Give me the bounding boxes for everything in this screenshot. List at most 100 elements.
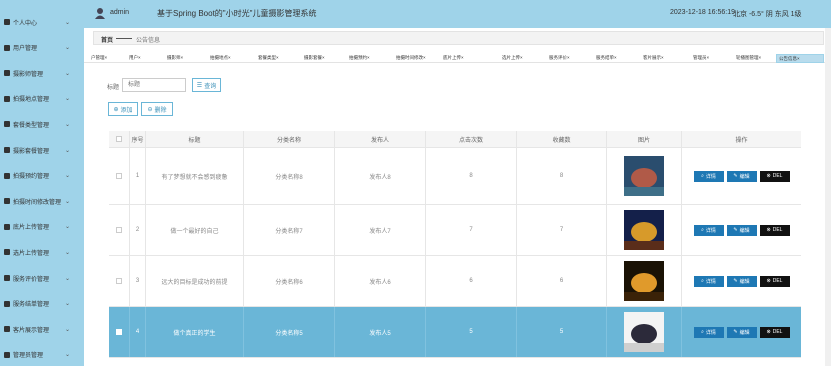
row-select-cell[interactable] bbox=[109, 205, 130, 255]
chevron-down-icon: ⌄ bbox=[65, 301, 71, 308]
tab-item[interactable]: 拍摄地点× bbox=[208, 54, 256, 63]
row-delete-button[interactable]: ⊗ DEL bbox=[759, 170, 790, 182]
chevron-down-icon: ⌄ bbox=[65, 249, 71, 256]
edit-button[interactable]: ✎ 编辑 bbox=[726, 275, 757, 287]
close-icon[interactable]: × bbox=[661, 55, 664, 60]
chevron-down-icon: ⌄ bbox=[65, 173, 71, 180]
thumbnail-image[interactable] bbox=[624, 261, 664, 301]
tab-item[interactable]: 用户× bbox=[127, 54, 165, 63]
tab-item[interactable]: 摄影套餐× bbox=[302, 54, 347, 63]
row-clicks: 5 bbox=[426, 307, 517, 357]
edit-button[interactable]: ✎ 编辑 bbox=[726, 326, 757, 338]
edit-button[interactable]: ✎ 编辑 bbox=[726, 170, 757, 182]
user-avatar-icon[interactable] bbox=[94, 7, 106, 19]
tab-item[interactable]: 客片展示× bbox=[641, 54, 691, 63]
row-actions: ⌕ 详情 ✎ 编辑 ⊗ DEL bbox=[682, 256, 801, 306]
tab-item[interactable]: 管理员× bbox=[691, 54, 734, 63]
close-icon[interactable]: × bbox=[520, 55, 523, 60]
row-select-cell[interactable] bbox=[109, 256, 130, 306]
sidebar-item-label: 服务评价管理 bbox=[13, 276, 50, 283]
row-checkbox[interactable] bbox=[116, 278, 122, 284]
row-clicks: 8 bbox=[426, 148, 517, 204]
detail-button[interactable]: ⌕ 详情 bbox=[693, 224, 724, 236]
close-icon[interactable]: × bbox=[707, 55, 710, 60]
add-button[interactable]: ⊕ 添加 bbox=[108, 102, 138, 116]
thumbnail-image[interactable] bbox=[624, 210, 664, 250]
sidebar-item[interactable]: 管理员管理 ⌄ bbox=[0, 347, 84, 363]
username[interactable]: admin bbox=[110, 9, 129, 16]
header-favorites: 收藏数 bbox=[517, 131, 607, 147]
close-icon[interactable]: × bbox=[367, 55, 370, 60]
row-select-cell[interactable] bbox=[109, 148, 130, 204]
close-icon[interactable]: × bbox=[614, 55, 617, 60]
page-scrollbar[interactable] bbox=[825, 28, 831, 366]
search-icon: ⌕ bbox=[701, 227, 704, 233]
tab-item[interactable]: 服务评价× bbox=[547, 54, 594, 63]
delete-button[interactable]: ⊖ 删除 bbox=[141, 102, 173, 116]
search-input[interactable] bbox=[122, 78, 186, 92]
thumbnail-image[interactable] bbox=[624, 312, 664, 352]
detail-button[interactable]: ⌕ 详情 bbox=[693, 275, 724, 287]
close-icon[interactable]: × bbox=[461, 55, 464, 60]
detail-button[interactable]: ⌕ 详情 bbox=[693, 170, 724, 182]
tab-item[interactable]: 户管理× bbox=[89, 54, 127, 63]
thumbnail-image[interactable] bbox=[624, 156, 664, 196]
row-clicks: 6 bbox=[426, 256, 517, 306]
close-icon[interactable]: × bbox=[423, 55, 426, 60]
close-icon[interactable]: × bbox=[759, 55, 762, 60]
table-row[interactable]: 4 做个真正的学生 分类名称5 发布人5 5 5 ⌕ 详情 ✎ 编辑 ⊗ DEL bbox=[109, 307, 801, 358]
row-delete-button[interactable]: ⊗ DEL bbox=[759, 326, 790, 338]
row-clicks: 7 bbox=[426, 205, 517, 255]
search-button[interactable]: ☰ 查询 bbox=[192, 78, 221, 92]
close-icon[interactable]: × bbox=[322, 55, 325, 60]
sidebar-item[interactable]: 拍摄地点管理 ⌄ bbox=[0, 91, 84, 107]
detail-button[interactable]: ⌕ 详情 bbox=[693, 326, 724, 338]
close-icon[interactable]: × bbox=[797, 56, 800, 61]
chevron-down-icon: ⌄ bbox=[65, 96, 71, 103]
row-favorites: 7 bbox=[517, 205, 607, 255]
tab-label: 拍摄时间修改 bbox=[396, 55, 423, 60]
row-delete-button[interactable]: ⊗ DEL bbox=[759, 224, 790, 236]
tab-item[interactable]: 服务结单× bbox=[594, 54, 641, 63]
tab-item[interactable]: 底片上传× bbox=[441, 54, 500, 63]
header-select-all[interactable] bbox=[109, 131, 130, 147]
sidebar-item[interactable]: 拍摄时间修改管理 ⌄ bbox=[0, 193, 84, 209]
breadcrumb-home[interactable]: 首页 bbox=[101, 35, 113, 44]
sidebar-item[interactable]: 摄影套餐管理 ⌄ bbox=[0, 142, 84, 158]
sidebar-item[interactable]: 底片上传管理 ⌄ bbox=[0, 219, 84, 235]
row-checkbox[interactable] bbox=[116, 329, 122, 335]
close-icon[interactable]: × bbox=[228, 55, 231, 60]
sidebar-item[interactable]: 摄影师管理 ⌄ bbox=[0, 65, 84, 81]
tab-item[interactable]: 选片上传× bbox=[500, 54, 547, 63]
sidebar-item[interactable]: 个人中心 ⌄ bbox=[0, 14, 84, 30]
tab-label: 摄影套餐 bbox=[304, 55, 322, 60]
tab-item[interactable]: 拍摄时间修改× bbox=[394, 54, 441, 63]
sidebar-item[interactable]: 服务评价管理 ⌄ bbox=[0, 270, 84, 286]
search-icon: ☰ bbox=[196, 82, 203, 89]
table-row[interactable]: 2 做一个最好的自己 分类名称7 发布人7 7 7 ⌕ 详情 ✎ 编辑 ⊗ DEL bbox=[109, 205, 801, 256]
sidebar-item[interactable]: 客片展示管理 ⌄ bbox=[0, 321, 84, 337]
close-icon[interactable]: × bbox=[181, 55, 184, 60]
select-all-checkbox[interactable] bbox=[116, 136, 122, 142]
sidebar-item[interactable]: 选片上传管理 ⌄ bbox=[0, 244, 84, 260]
sidebar-item[interactable]: 拍摄预约管理 ⌄ bbox=[0, 168, 84, 184]
edit-button[interactable]: ✎ 编辑 bbox=[726, 224, 757, 236]
tab-item[interactable]: 拍摄预约× bbox=[347, 54, 394, 63]
row-delete-button[interactable]: ⊗ DEL bbox=[759, 275, 790, 287]
row-select-cell[interactable] bbox=[109, 307, 130, 357]
tab-item[interactable]: 公告信息× bbox=[776, 54, 824, 63]
row-checkbox[interactable] bbox=[116, 227, 122, 233]
close-icon[interactable]: × bbox=[567, 55, 570, 60]
table-row[interactable]: 1 有了梦想就不会感到疲惫 分类名称8 发布人8 8 8 ⌕ 详情 ✎ 编辑 ⊗ DEL bbox=[109, 148, 801, 205]
table-row[interactable]: 3 远大的目标是成功的前提 分类名称6 发布人6 6 6 ⌕ 详情 ✎ 编辑 ⊗ DEL bbox=[109, 256, 801, 307]
tab-item[interactable]: 摄影师× bbox=[165, 54, 208, 63]
sidebar-item[interactable]: 用户管理 ⌄ bbox=[0, 40, 84, 56]
close-icon[interactable]: × bbox=[105, 55, 108, 60]
row-checkbox[interactable] bbox=[116, 173, 122, 179]
tab-item[interactable]: 轮播图管理× bbox=[734, 54, 776, 63]
sidebar-item[interactable]: 套餐类型管理 ⌄ bbox=[0, 116, 84, 132]
sidebar-item[interactable]: 服务结单管理 ⌄ bbox=[0, 296, 84, 312]
close-icon[interactable]: × bbox=[138, 55, 141, 60]
close-icon[interactable]: × bbox=[276, 55, 279, 60]
tab-item[interactable]: 套餐类型× bbox=[256, 54, 302, 63]
